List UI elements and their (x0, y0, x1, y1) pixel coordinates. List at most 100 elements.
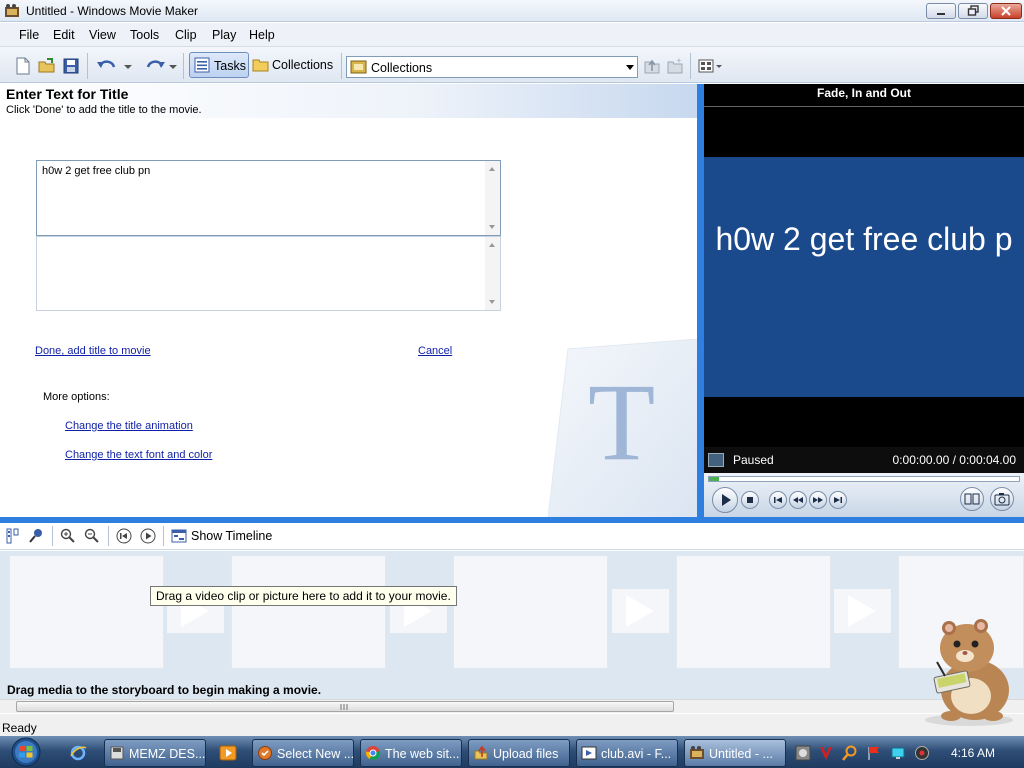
antivirus-icon[interactable] (818, 745, 834, 761)
camera-icon (994, 493, 1010, 506)
collections-label: Collections (272, 58, 334, 72)
done-add-title-link[interactable]: Done, add title to movie (35, 345, 151, 357)
storyboard[interactable]: Drag a video clip or picture here to add… (0, 551, 1024, 699)
close-button[interactable] (990, 3, 1022, 19)
collections-button[interactable]: Collections (252, 52, 336, 78)
narrate-microphone-icon[interactable] (28, 528, 44, 544)
network-tray-icon[interactable] (890, 745, 906, 761)
new-project-icon[interactable] (14, 57, 32, 75)
collections-dropdown-value: Collections (371, 61, 433, 75)
storyboard-scrollbar-thumb[interactable] (16, 701, 674, 712)
change-text-font-link[interactable]: Change the text font and color (65, 449, 212, 461)
minimize-icon (937, 13, 945, 15)
views-icon[interactable] (698, 57, 724, 75)
vertical-splitter[interactable] (697, 84, 704, 517)
subtitle-input-scrollbar[interactable] (485, 237, 500, 310)
preview-status-bar: Paused 0:00:00.00 / 0:00:04.00 (704, 447, 1024, 473)
toolbar: Tasks Collections Collections (0, 47, 1024, 83)
collection-film-icon (350, 60, 367, 74)
chrome-icon (365, 746, 381, 761)
preview-title: Fade, In and Out (816, 86, 911, 100)
zoom-in-icon[interactable] (60, 528, 76, 544)
scroll-up-icon[interactable] (489, 167, 495, 171)
previous-frame-button[interactable] (769, 491, 787, 509)
rewind-button[interactable] (789, 491, 807, 509)
menu-play[interactable]: Play (212, 28, 236, 42)
scroll-down-icon[interactable] (489, 300, 495, 304)
zoom-out-icon[interactable] (84, 528, 100, 544)
playback-status: Paused (733, 453, 774, 467)
title-input-scrollbar[interactable] (485, 161, 500, 235)
cancel-link[interactable]: Cancel (418, 345, 452, 357)
split-icon (964, 493, 980, 505)
next-frame-button[interactable] (829, 491, 847, 509)
take-picture-button[interactable] (990, 487, 1014, 511)
media-player-icon[interactable] (219, 744, 237, 762)
storyboard-slot[interactable] (9, 555, 164, 669)
scroll-up-icon[interactable] (489, 243, 495, 247)
rewind-storyboard-icon[interactable] (116, 528, 132, 544)
subtitle-text-input[interactable] (36, 236, 501, 311)
transition-slot[interactable] (834, 589, 891, 633)
menu-help[interactable]: Help (249, 28, 275, 42)
undo-dropdown-icon[interactable] (123, 57, 133, 75)
collections-dropdown[interactable]: Collections (346, 56, 638, 78)
storyboard-hint: Drag media to the storyboard to begin ma… (7, 683, 322, 697)
taskbar-task-web-site[interactable]: The web sit... (360, 739, 462, 767)
storyboard-settings-icon[interactable] (5, 528, 21, 544)
menu-edit[interactable]: Edit (53, 28, 75, 42)
taskbar-task-label: Untitled - ... (709, 747, 773, 761)
taskbar-task-memz[interactable]: MEMZ DES... (104, 739, 206, 767)
play-storyboard-icon[interactable] (140, 528, 156, 544)
menu-tools[interactable]: Tools (130, 28, 159, 42)
playback-time: 0:00:00.00 / 0:00:04.00 (892, 453, 1016, 467)
tray-app-icon[interactable] (795, 745, 811, 761)
minimize-button[interactable] (926, 3, 956, 19)
scroll-down-icon[interactable] (489, 225, 495, 229)
stop-icon (747, 497, 753, 503)
title-text-input[interactable]: h0w 2 get free club pn (36, 160, 501, 236)
storyboard-slot[interactable] (453, 555, 608, 669)
preview-divider (704, 106, 1024, 107)
search-tray-icon[interactable] (842, 745, 858, 761)
fast-forward-icon (813, 497, 823, 503)
seek-bar-thumb[interactable] (709, 477, 719, 481)
flag-tray-icon[interactable] (866, 745, 882, 761)
taskbar-task-movie-maker[interactable]: Untitled - ... (684, 739, 786, 767)
storyboard-slot[interactable] (676, 555, 831, 669)
up-one-level-icon[interactable] (643, 57, 661, 75)
seek-bar[interactable] (708, 476, 1020, 482)
split-clip-button[interactable] (960, 487, 984, 511)
hamster-mascot-icon (925, 619, 1013, 726)
forward-button[interactable] (809, 491, 827, 509)
storyboard-slot[interactable] (231, 555, 386, 669)
menu-file[interactable]: File (19, 28, 39, 42)
show-timeline-button[interactable]: Show Timeline (191, 529, 272, 543)
taskbar-task-select-new[interactable]: Select New ... (252, 739, 354, 767)
taskbar-task-label: club.avi - F... (601, 747, 672, 761)
window-title: Untitled - Windows Movie Maker (26, 4, 199, 18)
rewind-icon (793, 497, 803, 503)
restore-button[interactable] (958, 3, 988, 19)
new-folder-icon[interactable] (666, 57, 684, 75)
save-project-icon[interactable] (62, 57, 80, 75)
stop-button[interactable] (741, 491, 759, 509)
redo-icon[interactable] (142, 57, 166, 75)
redo-dropdown-icon[interactable] (168, 57, 178, 75)
volume-tray-icon[interactable] (914, 745, 930, 761)
transition-slot[interactable] (612, 589, 669, 633)
tasks-button[interactable]: Tasks (189, 52, 249, 78)
menu-view[interactable]: View (89, 28, 116, 42)
play-button[interactable] (712, 487, 738, 513)
menu-clip[interactable]: Clip (175, 28, 197, 42)
internet-explorer-icon[interactable] (69, 744, 87, 762)
open-project-icon[interactable] (38, 57, 56, 75)
start-button-icon[interactable] (7, 736, 45, 768)
storyboard-scrollbar[interactable] (0, 699, 1024, 713)
clock[interactable]: 4:16 AM (951, 746, 995, 760)
change-title-animation-link[interactable]: Change the title animation (65, 420, 193, 432)
taskbar-task-club-avi[interactable]: club.avi - F... (576, 739, 678, 767)
undo-icon[interactable] (96, 57, 120, 75)
taskbar-task-upload-files[interactable]: Upload files (468, 739, 570, 767)
timeline-icon[interactable] (171, 528, 187, 544)
